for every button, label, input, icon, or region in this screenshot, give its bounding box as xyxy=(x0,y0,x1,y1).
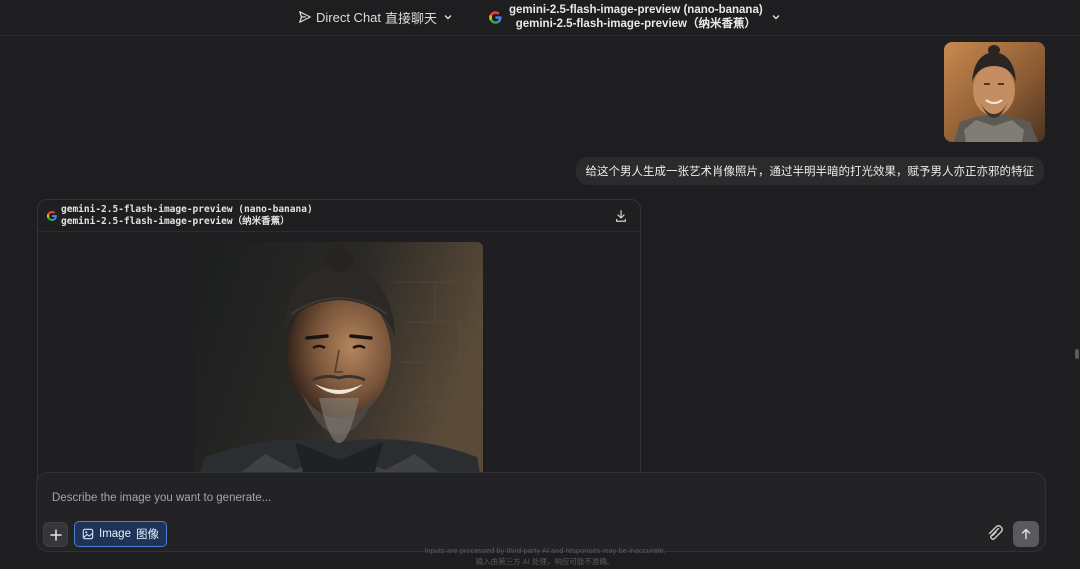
portrait-thumbnail xyxy=(944,42,1045,142)
model-name-en: gemini-2.5-flash-image-preview (nano-ban… xyxy=(509,4,763,16)
image-icon xyxy=(82,528,94,540)
response-model-name-en: gemini-2.5-flash-image-preview (nano-ban… xyxy=(61,204,313,215)
user-message-text: 给这个男人生成一张艺术肖像照片，通过半明半暗的打光效果，赋予男人亦正亦邪的特征 xyxy=(585,166,1035,178)
send-button[interactable] xyxy=(1013,521,1039,547)
chevron-down-icon xyxy=(772,15,780,20)
prompt-input[interactable] xyxy=(52,489,952,507)
image-chip-label-cn: 图像 xyxy=(135,529,159,541)
user-message-bubble: 给这个男人生成一张艺术肖像照片，通过半明半暗的打光效果，赋予男人亦正亦邪的特征 xyxy=(575,157,1044,185)
response-model-name-cn: gemini-2.5-flash-image-preview（纳米香蕉） xyxy=(61,216,290,227)
model-name: gemini-2.5-flash-image-preview (nano-ban… xyxy=(509,3,763,31)
paperclip-icon[interactable] xyxy=(985,523,1005,543)
mode-label-cn: 直接聊天 xyxy=(385,10,438,26)
generated-portrait xyxy=(195,242,483,488)
top-bar: Direct Chat 直接聊天 gemini-2.5-flash-image-… xyxy=(0,0,1080,36)
arrow-up-icon xyxy=(1021,528,1031,540)
mode-selector[interactable]: Direct Chat 直接聊天 xyxy=(298,6,453,28)
download-icon[interactable] xyxy=(614,209,628,223)
google-icon xyxy=(489,10,502,24)
assistant-response-card: gemini-2.5-flash-image-preview (nano-ban… xyxy=(37,199,641,489)
image-mode-toggle[interactable]: Image 图像 xyxy=(74,521,167,547)
scroll-handle[interactable] xyxy=(1075,349,1079,359)
message-composer: Image 图像 xyxy=(36,472,1046,552)
response-header: gemini-2.5-flash-image-preview (nano-ban… xyxy=(38,200,640,232)
add-button[interactable] xyxy=(43,522,68,547)
response-model-name: gemini-2.5-flash-image-preview (nano-ban… xyxy=(61,204,313,228)
mode-label: Direct Chat xyxy=(316,9,382,25)
chevron-down-icon xyxy=(444,15,452,20)
disclaimer-cn: 输入由第三方 AI 处理，响应可能不准确。 xyxy=(475,557,615,566)
user-uploaded-image[interactable] xyxy=(944,42,1045,142)
google-icon xyxy=(47,211,57,221)
image-chip-label: Image xyxy=(99,528,131,540)
app-window: Direct Chat 直接聊天 gemini-2.5-flash-image-… xyxy=(0,0,1080,569)
generated-image[interactable] xyxy=(195,242,483,488)
model-selector[interactable]: gemini-2.5-flash-image-preview (nano-ban… xyxy=(488,2,781,32)
send-icon xyxy=(299,11,311,23)
model-name-cn: gemini-2.5-flash-image-preview（纳米香蕉） xyxy=(515,18,756,30)
plus-icon xyxy=(49,528,62,541)
